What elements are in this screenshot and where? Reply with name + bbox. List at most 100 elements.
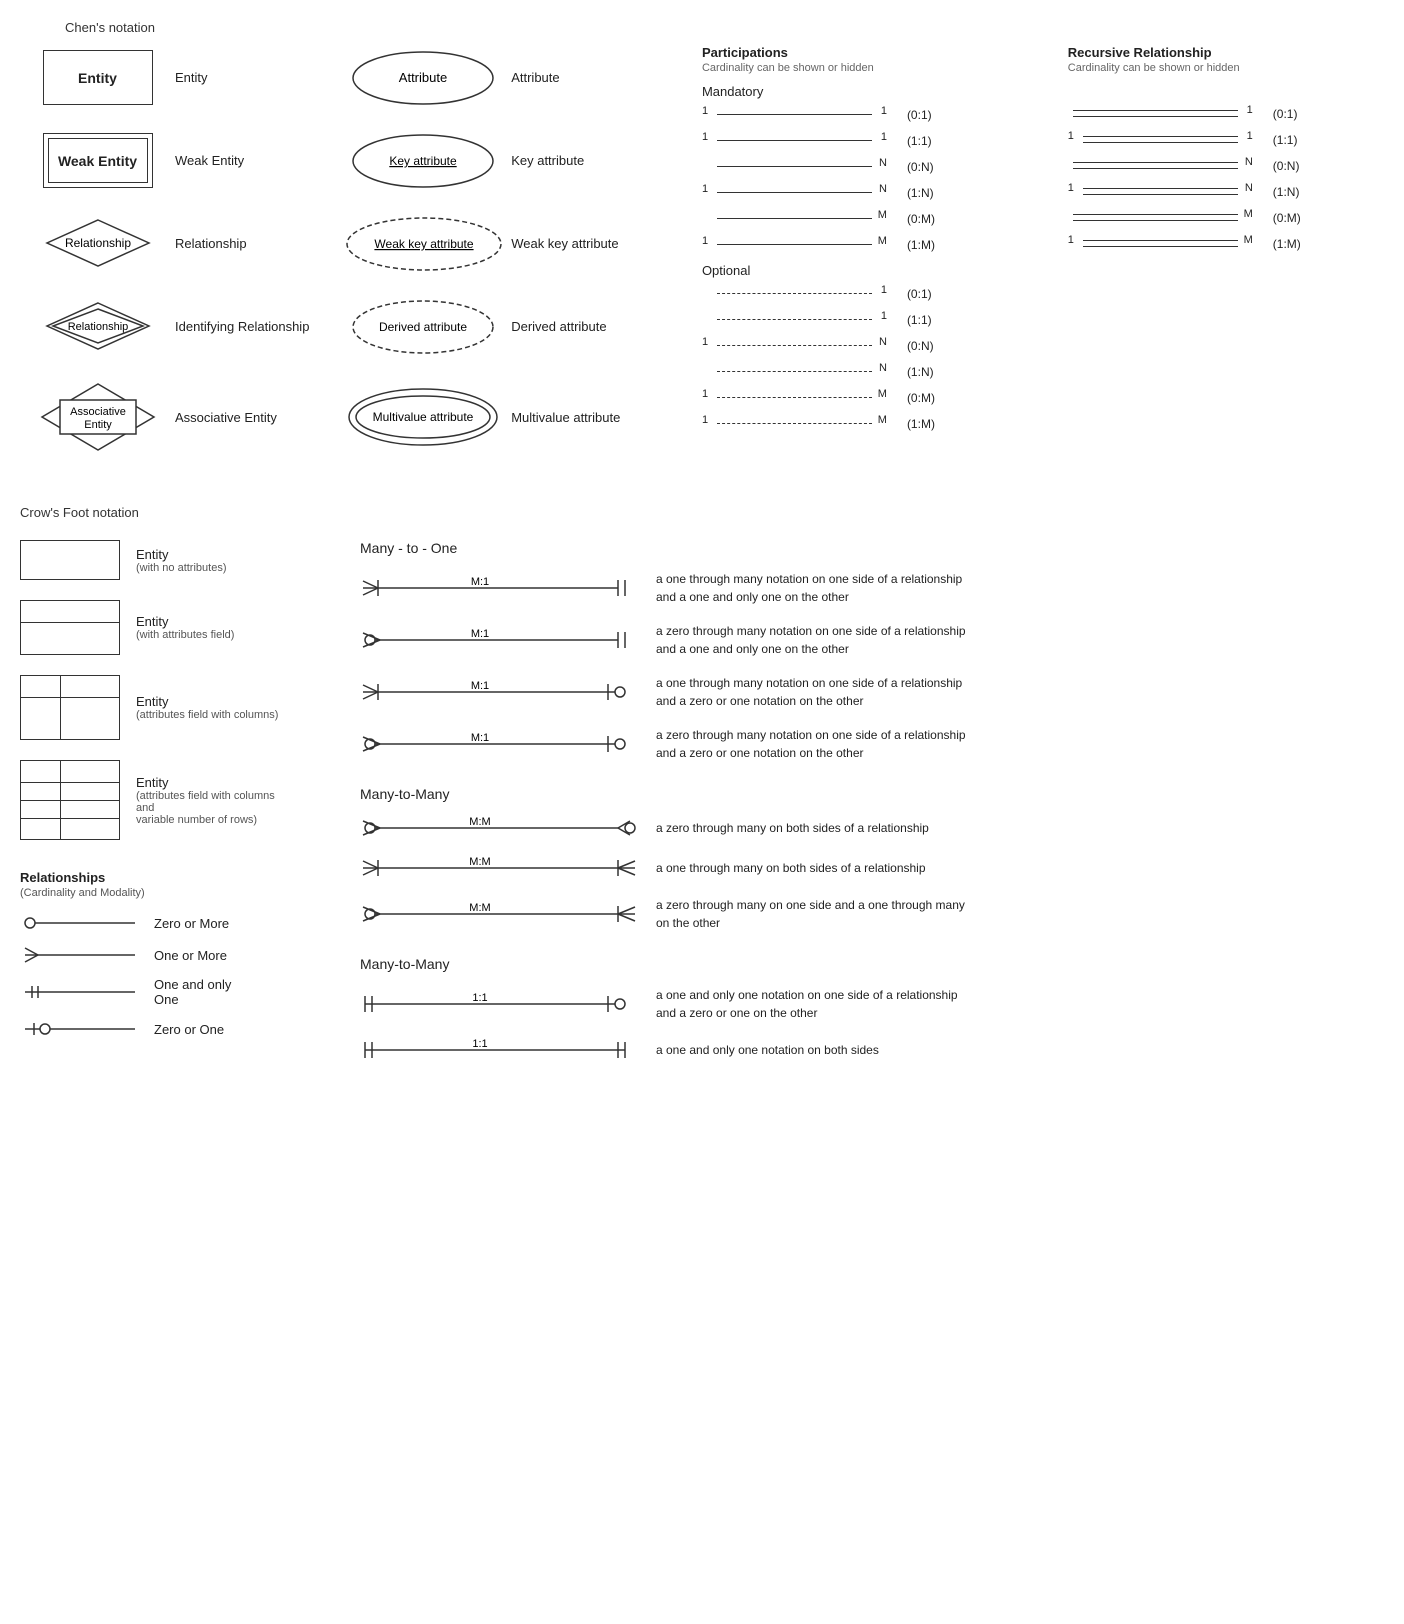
many-to-many-title1: Many-to-Many: [360, 786, 1384, 802]
participation-row: 1 1 (0:1): [702, 105, 1048, 125]
mm-3-symbol: M:M: [360, 902, 640, 926]
associative-entity-label: Associative Entity: [175, 410, 277, 425]
chens-notation-title: Chen's notation: [20, 20, 200, 35]
many-3-desc: a one through many notation on one side …: [656, 674, 962, 710]
rel-one-only-row: One and onlyOne: [20, 977, 340, 1007]
relationships-section-title: Relationships: [20, 870, 340, 885]
cf-entity-simple-sublabel: (with no attributes): [136, 562, 226, 574]
key-attribute-label: Key attribute: [511, 153, 584, 168]
many-2-symbol: M:1: [360, 628, 640, 652]
mm-row-2: M:M a one through many on both sides of …: [360, 856, 1384, 880]
recursive-row: 1 M (1:M): [1068, 234, 1384, 254]
entity-label: Entity: [175, 70, 208, 85]
weak-key-attr-row: Weak key attribute Weak key attribute: [336, 211, 692, 276]
svg-text:1:1: 1:1: [472, 992, 487, 1004]
zero-or-more-symbol: [20, 913, 140, 933]
participation-row: 1 M (1:M): [702, 235, 1048, 255]
recursive-sub: Cardinality can be shown or hidden: [1068, 62, 1384, 74]
notation-label: (1:1): [907, 134, 932, 148]
crows-foot-title: Crow's Foot notation: [20, 505, 1384, 520]
multivalue-attribute-label: Multivalue attribute: [511, 410, 620, 425]
notation-label: (0:1): [907, 287, 932, 301]
associative-entity-symbol: Associative Entity: [38, 380, 158, 455]
cf-entity-attrs-label: Entity: [136, 614, 234, 629]
cf-entity-cols-sublabel: (attributes field with columns): [136, 709, 278, 721]
one-only-symbol: [20, 982, 140, 1002]
svg-text:Associative: Associative: [70, 406, 126, 418]
identifying-relationship-label: Identifying Relationship: [175, 319, 309, 334]
key-attribute-symbol: Key attribute: [351, 131, 496, 191]
weak-key-attribute-label: Weak key attribute: [511, 236, 618, 251]
derived-attribute-symbol: Derived attribute: [351, 297, 496, 357]
notation-label: (0:M): [907, 391, 935, 405]
cf-entity-simple-symbol: [20, 540, 120, 580]
cf-entity-simple-label: Entity: [136, 547, 226, 562]
svg-text:Multivalue attribute: Multivalue attribute: [373, 410, 474, 424]
11-row-1: 1:1 a one and only one notation on one s…: [360, 986, 1384, 1022]
zero-or-one-symbol: [20, 1019, 140, 1039]
notation-label: (1:M): [907, 238, 935, 252]
identifying-relationship-symbol: Relationship: [43, 299, 153, 354]
cf-entity-rows-symbol: [20, 760, 120, 840]
rel-zero-or-more-row: Zero or More: [20, 913, 340, 933]
recursive-row: 1 (0:1): [1068, 104, 1384, 124]
participation-row: 1 N (1:N): [702, 183, 1048, 203]
11-row-2: 1:1 a one and only one notation on both …: [360, 1038, 1384, 1062]
svg-text:Attribute: Attribute: [399, 70, 447, 85]
zero-or-one-label: Zero or One: [154, 1022, 224, 1037]
optional-row: 1 N (0:N): [702, 336, 1048, 356]
mm-row-1: M:M a zero through many on both sides of…: [360, 816, 1384, 840]
attribute-label: Attribute: [511, 70, 559, 85]
mm-2-desc: a one through many on both sides of a re…: [656, 859, 926, 877]
optional-row: 1 M (1:M): [702, 414, 1048, 434]
relationships-section-sub: (Cardinality and Modality): [20, 887, 340, 899]
participation-row: M (0:M): [702, 209, 1048, 229]
rel-one-or-more-row: One or More: [20, 945, 340, 965]
participations-sub: Cardinality can be shown or hidden: [702, 62, 1048, 74]
svg-text:Entity: Entity: [84, 419, 112, 431]
notation-label: (1:N): [907, 186, 934, 200]
many-row-3: M:1 a one through many notation on one s…: [360, 674, 1384, 710]
mm-3-desc: a zero through many on one side and a on…: [656, 896, 965, 932]
many-row-2: M:1 a zero through many notation on one …: [360, 622, 1384, 658]
cf-entity-cols-label: Entity: [136, 694, 278, 709]
svg-text:M:1: M:1: [471, 732, 489, 744]
many-to-one-title: Many - to - One: [360, 540, 1384, 556]
svg-text:Key attribute: Key attribute: [390, 154, 458, 168]
one-or-more-symbol: [20, 945, 140, 965]
svg-text:Weak key attribute: Weak key attribute: [374, 237, 473, 251]
cf-entity-rows-sublabel: (attributes field with columns andvariab…: [136, 790, 286, 826]
key-attr-row: Key attribute Key attribute: [336, 128, 692, 193]
svg-text:M:M: M:M: [469, 902, 490, 914]
attr-ellipse-row: Attribute Attribute: [336, 45, 692, 110]
optional-row: 1 (0:1): [702, 284, 1048, 304]
many-2-desc: a zero through many notation on one side…: [656, 622, 966, 658]
11-1-symbol: 1:1: [360, 992, 640, 1016]
cf-entity-simple-row: Entity (with no attributes): [20, 540, 340, 580]
weak-key-attribute-symbol: Weak key attribute: [344, 214, 504, 274]
svg-text:Relationship: Relationship: [67, 321, 128, 333]
notation-label: (1:N): [907, 365, 934, 379]
many-1-symbol: M:1: [360, 576, 640, 600]
entity-symbol: Entity: [43, 50, 153, 105]
svg-text:M:1: M:1: [471, 576, 489, 588]
one-only-label: One and onlyOne: [154, 977, 231, 1007]
recursive-row: 1 N (1:N): [1068, 182, 1384, 202]
multivalue-attr-row: Multivalue attribute Multivalue attribut…: [336, 377, 692, 457]
cf-entity-attrs-sublabel: (with attributes field): [136, 629, 234, 641]
many-1-desc: a one through many notation on one side …: [656, 570, 962, 606]
cf-entity-attrs-symbol: [20, 600, 120, 655]
notation-label: (0:1): [907, 108, 932, 122]
many-4-desc: a zero through many notation on one side…: [656, 726, 966, 762]
notation-label: (0:M): [907, 212, 935, 226]
11-2-symbol: 1:1: [360, 1038, 640, 1062]
cf-entity-rows-label: Entity: [136, 775, 286, 790]
cf-entity-rows-row: Entity (attributes field with columns an…: [20, 760, 340, 840]
zero-or-more-label: Zero or More: [154, 916, 229, 931]
11-2-desc: a one and only one notation on both side…: [656, 1041, 879, 1059]
11-1-desc: a one and only one notation on one side …: [656, 986, 958, 1022]
notation-label: (0:N): [907, 339, 934, 353]
recursive-row: 1 1 (1:1): [1068, 130, 1384, 150]
cf-entity-cols-symbol: [20, 675, 120, 740]
many-4-symbol: M:1: [360, 732, 640, 756]
